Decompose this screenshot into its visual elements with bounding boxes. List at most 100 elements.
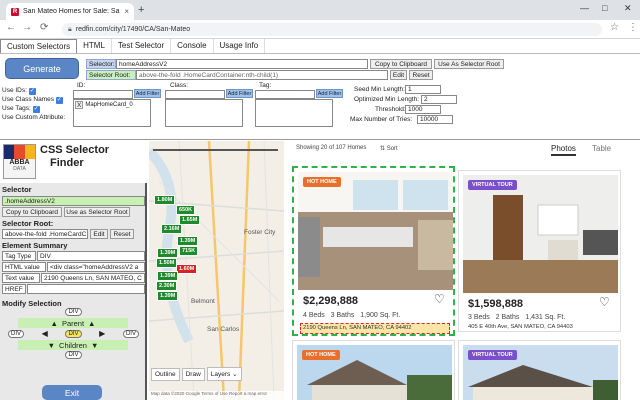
map-price-marker[interactable]: 1.39M [177,236,199,246]
parent-navigation[interactable]: ▲ Parent ▲ [18,318,128,328]
listing-card[interactable]: HOT HOME [292,340,455,400]
finder-selector-input[interactable]: .homeAddressV2 [2,196,145,206]
url-field[interactable]: 🔒︎ redfin.com/city/17490/CA/San-Mateo [62,23,602,36]
threshold-input[interactable]: 1000 [405,105,441,114]
tab-custom-selectors[interactable]: Custom Selectors [0,39,78,53]
map-price-marker[interactable]: 1.80M [154,195,176,205]
tab-close-icon[interactable]: × [124,7,129,16]
id-filter-item: X MapHomeCard_0 [74,100,150,110]
logo-text: ABBA [9,159,30,166]
lock-icon: 🔒︎ [68,25,72,33]
listing-card[interactable]: HOT HOME $2,298,888 ♡ 4 Beds 3 Baths 1,9… [292,166,455,336]
finder-title: CSS Selector Finder [40,144,109,170]
id-filter-input[interactable] [73,90,133,99]
tag-filter-input[interactable] [255,90,315,99]
listing-photo[interactable]: HOT HOME [297,345,452,400]
id-add-filter-button[interactable]: Add Filter [134,89,161,98]
layers-button[interactable]: Layers ⌄ [206,367,242,381]
extension-panel: Custom Selectors HTML Test Selector Cons… [0,39,640,140]
next-sibling-arrow-icon[interactable]: ▶ [99,329,105,338]
id-filter-item-text: MapHomeCard_0 [85,102,133,108]
listing-photo[interactable]: HOT HOME [298,172,453,290]
favorite-heart-icon[interactable]: ♡ [599,295,610,309]
map-label-belmont: Belmont [191,298,215,305]
ancestor-div-tag[interactable]: DIV [65,308,82,316]
new-tab-button[interactable]: + [138,4,144,16]
class-filter-input[interactable] [165,90,225,99]
browser-menu-icon[interactable]: ⋮ [628,22,638,33]
sort-button[interactable]: ⇅ Sort [380,145,398,152]
map-price-marker[interactable]: 715K [179,246,199,256]
listing-address-highlighted[interactable]: 2190 Queens Ln, SAN MATEO, CA 94402 [300,323,450,334]
listing-photo[interactable]: VIRTUAL TOUR [463,345,618,400]
bookmark-star-icon[interactable]: ☆ [610,22,619,33]
map-price-marker-selected[interactable]: 1.60M [176,264,198,274]
max-tries-label: Max Number of Tries: [350,116,413,123]
forward-button[interactable]: → [22,22,32,33]
use-class-names-row: Use Class Names ✓ [2,96,63,104]
map-area[interactable]: Foster City Belmont San Carlos 1.80M 650… [149,141,284,400]
selector-root-input[interactable]: above-the-fold .HomeCardContainer:nth-ch… [136,70,388,80]
map-price-marker[interactable]: 2.16M [161,224,183,234]
tab-console[interactable]: Console [171,39,214,53]
tab-test-selector[interactable]: Test Selector [112,39,172,53]
exit-button[interactable]: Exit [42,385,102,400]
max-tries-input[interactable]: 10000 [417,115,453,124]
tab-photos[interactable]: Photos [551,144,576,156]
use-tags-checkbox[interactable]: ✓ [32,106,40,113]
tag-filter-list [255,99,333,127]
map-price-marker[interactable]: 1.50M [156,258,178,268]
finder-edit-button[interactable]: Edit [90,229,108,239]
use-as-selector-root-button[interactable]: Use As Selector Root [434,59,504,69]
seed-min-length-input[interactable]: 1 [405,85,441,94]
finder-root-input[interactable]: above-the-fold .HomeCardC [2,229,88,239]
use-ids-checkbox[interactable]: ✓ [28,88,36,95]
prev-sibling-div-tag[interactable]: DIV [8,329,25,338]
minimize-button[interactable]: — [580,3,589,13]
root-edit-button[interactable]: Edit [390,70,407,80]
selector-input[interactable]: homeAddressV2 [116,59,368,69]
child-div-tag[interactable]: DIV [65,351,82,359]
map-price-marker[interactable]: 650K [176,205,196,215]
optimized-min-length-input[interactable]: 2 [421,95,457,104]
tag-add-filter-button[interactable]: Add Filter [316,89,343,98]
draw-button[interactable]: Draw [181,367,205,381]
redfin-favicon-icon: R [11,7,19,16]
tab-usage-info[interactable]: Usage Info [214,39,266,53]
tag-filter-label: Tag: [259,82,272,89]
outline-button[interactable]: Outline [151,367,180,381]
text-value-text: 2190 Queens Ln, SAN MATEO, C [41,273,145,283]
remove-filter-icon[interactable]: X [75,101,84,109]
listing-card[interactable]: VIRTUAL TOUR $1,598,888 ♡ 3 Beds 2 Baths… [458,170,621,332]
copy-to-clipboard-button[interactable]: Copy to Clipboard [370,59,432,69]
prev-sibling-arrow-icon[interactable]: ◀ [42,329,48,338]
class-filter-list [165,99,243,127]
back-button[interactable]: ← [6,22,16,33]
browser-tab[interactable]: R San Mateo Homes for Sale: San × [6,3,134,20]
map-price-marker[interactable]: 1.39M [157,291,179,301]
map-price-marker[interactable]: 1.39M [157,271,179,281]
finder-use-root-button[interactable]: Use as Selector Root [64,207,130,217]
generate-button[interactable]: Generate [5,58,79,79]
maximize-button[interactable]: □ [602,3,607,13]
reload-button[interactable]: ⟳ [40,22,48,33]
tab-table[interactable]: Table [592,144,611,153]
map-price-marker[interactable]: 2.30M [156,281,178,291]
class-add-filter-button[interactable]: Add Filter [226,89,253,98]
children-down-arrow-icon: ▼ [47,340,56,350]
favorite-heart-icon[interactable]: ♡ [434,292,445,306]
finder-copy-button[interactable]: Copy to Clipboard [2,207,62,217]
listing-photo[interactable]: VIRTUAL TOUR [463,175,618,293]
current-div-tag[interactable]: DIV [65,329,82,338]
next-sibling-div-tag[interactable]: DIV [122,329,139,338]
listing-beds: 3 Beds [468,314,490,321]
tab-html[interactable]: HTML [77,39,112,53]
children-navigation[interactable]: ▼ Children ▼ [18,340,128,350]
root-reset-button[interactable]: Reset [409,70,433,80]
window-close-button[interactable]: ✕ [624,3,632,14]
parent-label: Parent [61,318,85,328]
map-price-marker[interactable]: 1.39M [157,248,179,258]
finder-reset-button[interactable]: Reset [110,229,134,239]
listing-card[interactable]: VIRTUAL TOUR [458,340,621,400]
use-class-names-checkbox[interactable]: ✓ [55,97,63,104]
